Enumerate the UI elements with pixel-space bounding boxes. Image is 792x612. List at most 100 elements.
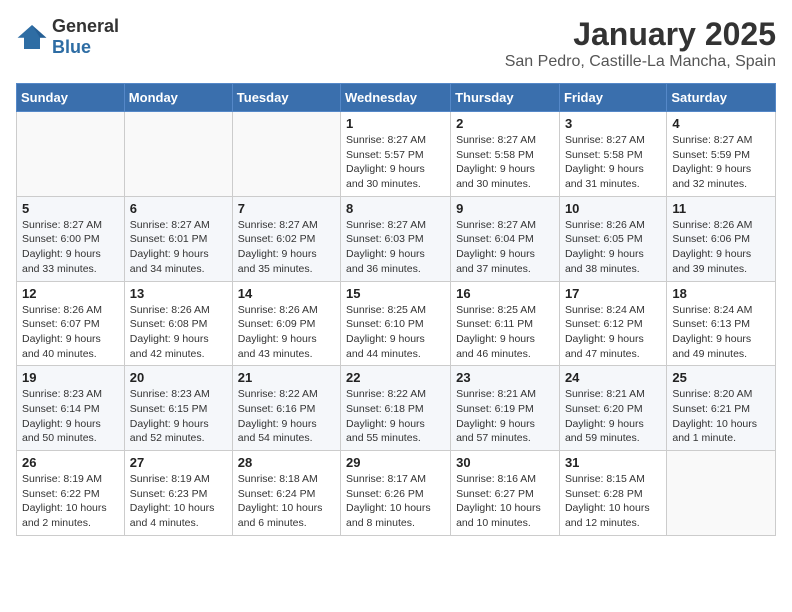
day-number: 20 <box>130 370 227 385</box>
calendar: SundayMondayTuesdayWednesdayThursdayFrid… <box>16 83 776 536</box>
day-info: Sunrise: 8:15 AM Sunset: 6:28 PM Dayligh… <box>565 472 661 531</box>
day-number: 21 <box>238 370 335 385</box>
calendar-cell <box>667 451 776 536</box>
day-info: Sunrise: 8:27 AM Sunset: 5:58 PM Dayligh… <box>565 133 661 192</box>
day-number: 1 <box>346 116 445 131</box>
calendar-week-row: 1 Sunrise: 8:27 AM Sunset: 5:57 PM Daylig… <box>17 112 776 197</box>
day-info: Sunrise: 8:22 AM Sunset: 6:16 PM Dayligh… <box>238 387 335 446</box>
logo-icon <box>16 23 48 51</box>
day-info: Sunrise: 8:23 AM Sunset: 6:15 PM Dayligh… <box>130 387 227 446</box>
calendar-cell <box>232 112 340 197</box>
logo-text: General Blue <box>52 16 119 58</box>
logo-general: General <box>52 16 119 36</box>
calendar-cell: 2 Sunrise: 8:27 AM Sunset: 5:58 PM Daylig… <box>451 112 560 197</box>
day-info: Sunrise: 8:26 AM Sunset: 6:09 PM Dayligh… <box>238 303 335 362</box>
title-area: January 2025 San Pedro, Castille-La Manc… <box>505 16 776 71</box>
calendar-cell: 19Sunrise: 8:23 AM Sunset: 6:14 PM Dayli… <box>17 366 125 451</box>
calendar-cell: 18Sunrise: 8:24 AM Sunset: 6:13 PM Dayli… <box>667 281 776 366</box>
calendar-cell: 24Sunrise: 8:21 AM Sunset: 6:20 PM Dayli… <box>559 366 666 451</box>
day-info: Sunrise: 8:21 AM Sunset: 6:20 PM Dayligh… <box>565 387 661 446</box>
day-info: Sunrise: 8:26 AM Sunset: 6:08 PM Dayligh… <box>130 303 227 362</box>
day-info: Sunrise: 8:21 AM Sunset: 6:19 PM Dayligh… <box>456 387 554 446</box>
day-number: 25 <box>672 370 770 385</box>
location-subtitle: San Pedro, Castille-La Mancha, Spain <box>505 53 776 71</box>
weekday-header-saturday: Saturday <box>667 84 776 112</box>
day-info: Sunrise: 8:19 AM Sunset: 6:23 PM Dayligh… <box>130 472 227 531</box>
day-info: Sunrise: 8:27 AM Sunset: 6:03 PM Dayligh… <box>346 218 445 277</box>
calendar-cell: 3 Sunrise: 8:27 AM Sunset: 5:58 PM Daylig… <box>559 112 666 197</box>
calendar-cell: 9 Sunrise: 8:27 AM Sunset: 6:04 PM Daylig… <box>451 196 560 281</box>
day-number: 2 <box>456 116 554 131</box>
day-number: 26 <box>22 455 119 470</box>
calendar-cell: 17Sunrise: 8:24 AM Sunset: 6:12 PM Dayli… <box>559 281 666 366</box>
calendar-week-row: 5Sunrise: 8:27 AM Sunset: 6:00 PM Daylig… <box>17 196 776 281</box>
day-number: 18 <box>672 286 770 301</box>
day-number: 29 <box>346 455 445 470</box>
weekday-header-tuesday: Tuesday <box>232 84 340 112</box>
calendar-cell: 11 Sunrise: 8:26 AM Sunset: 6:06 PM Dayli… <box>667 196 776 281</box>
day-number: 12 <box>22 286 119 301</box>
calendar-cell: 23 Sunrise: 8:21 AM Sunset: 6:19 PM Dayli… <box>451 366 560 451</box>
day-number: 22 <box>346 370 445 385</box>
day-info: Sunrise: 8:27 AM Sunset: 6:04 PM Dayligh… <box>456 218 554 277</box>
weekday-header-thursday: Thursday <box>451 84 560 112</box>
day-info: Sunrise: 8:26 AM Sunset: 6:05 PM Dayligh… <box>565 218 661 277</box>
calendar-cell: 25Sunrise: 8:20 AM Sunset: 6:21 PM Dayli… <box>667 366 776 451</box>
day-number: 3 <box>565 116 661 131</box>
day-info: Sunrise: 8:27 AM Sunset: 5:57 PM Dayligh… <box>346 133 445 192</box>
logo: General Blue <box>16 16 119 58</box>
weekday-header-sunday: Sunday <box>17 84 125 112</box>
day-number: 14 <box>238 286 335 301</box>
day-info: Sunrise: 8:26 AM Sunset: 6:06 PM Dayligh… <box>672 218 770 277</box>
day-info: Sunrise: 8:26 AM Sunset: 6:07 PM Dayligh… <box>22 303 119 362</box>
day-number: 28 <box>238 455 335 470</box>
day-info: Sunrise: 8:23 AM Sunset: 6:14 PM Dayligh… <box>22 387 119 446</box>
calendar-cell: 13 Sunrise: 8:26 AM Sunset: 6:08 PM Dayli… <box>124 281 232 366</box>
calendar-cell: 31 Sunrise: 8:15 AM Sunset: 6:28 PM Dayli… <box>559 451 666 536</box>
day-number: 7 <box>238 201 335 216</box>
day-info: Sunrise: 8:27 AM Sunset: 5:58 PM Dayligh… <box>456 133 554 192</box>
day-number: 11 <box>672 201 770 216</box>
day-number: 4 <box>672 116 770 131</box>
calendar-cell: 14 Sunrise: 8:26 AM Sunset: 6:09 PM Dayli… <box>232 281 340 366</box>
weekday-header-row: SundayMondayTuesdayWednesdayThursdayFrid… <box>17 84 776 112</box>
day-number: 31 <box>565 455 661 470</box>
day-number: 6 <box>130 201 227 216</box>
day-info: Sunrise: 8:25 AM Sunset: 6:11 PM Dayligh… <box>456 303 554 362</box>
month-title: January 2025 <box>505 16 776 53</box>
day-number: 17 <box>565 286 661 301</box>
calendar-cell: 21 Sunrise: 8:22 AM Sunset: 6:16 PM Dayli… <box>232 366 340 451</box>
day-number: 16 <box>456 286 554 301</box>
day-number: 5 <box>22 201 119 216</box>
calendar-cell <box>124 112 232 197</box>
calendar-week-row: 19Sunrise: 8:23 AM Sunset: 6:14 PM Dayli… <box>17 366 776 451</box>
day-info: Sunrise: 8:27 AM Sunset: 6:02 PM Dayligh… <box>238 218 335 277</box>
calendar-cell: 7 Sunrise: 8:27 AM Sunset: 6:02 PM Daylig… <box>232 196 340 281</box>
day-info: Sunrise: 8:25 AM Sunset: 6:10 PM Dayligh… <box>346 303 445 362</box>
calendar-cell: 8 Sunrise: 8:27 AM Sunset: 6:03 PM Daylig… <box>341 196 451 281</box>
calendar-cell: 1 Sunrise: 8:27 AM Sunset: 5:57 PM Daylig… <box>341 112 451 197</box>
calendar-cell: 28Sunrise: 8:18 AM Sunset: 6:24 PM Dayli… <box>232 451 340 536</box>
calendar-cell <box>17 112 125 197</box>
calendar-cell: 20 Sunrise: 8:23 AM Sunset: 6:15 PM Dayli… <box>124 366 232 451</box>
calendar-cell: 29Sunrise: 8:17 AM Sunset: 6:26 PM Dayli… <box>341 451 451 536</box>
day-number: 23 <box>456 370 554 385</box>
day-number: 8 <box>346 201 445 216</box>
calendar-cell: 27 Sunrise: 8:19 AM Sunset: 6:23 PM Dayli… <box>124 451 232 536</box>
logo-blue: Blue <box>52 37 91 57</box>
weekday-header-friday: Friday <box>559 84 666 112</box>
day-info: Sunrise: 8:19 AM Sunset: 6:22 PM Dayligh… <box>22 472 119 531</box>
calendar-cell: 30 Sunrise: 8:16 AM Sunset: 6:27 PM Dayli… <box>451 451 560 536</box>
day-info: Sunrise: 8:16 AM Sunset: 6:27 PM Dayligh… <box>456 472 554 531</box>
calendar-cell: 12 Sunrise: 8:26 AM Sunset: 6:07 PM Dayli… <box>17 281 125 366</box>
calendar-cell: 5Sunrise: 8:27 AM Sunset: 6:00 PM Daylig… <box>17 196 125 281</box>
day-number: 27 <box>130 455 227 470</box>
weekday-header-wednesday: Wednesday <box>341 84 451 112</box>
header-area: General Blue January 2025 San Pedro, Cas… <box>16 16 776 71</box>
day-info: Sunrise: 8:27 AM Sunset: 5:59 PM Dayligh… <box>672 133 770 192</box>
day-number: 30 <box>456 455 554 470</box>
day-number: 13 <box>130 286 227 301</box>
day-number: 9 <box>456 201 554 216</box>
calendar-cell: 15Sunrise: 8:25 AM Sunset: 6:10 PM Dayli… <box>341 281 451 366</box>
calendar-cell: 6Sunrise: 8:27 AM Sunset: 6:01 PM Daylig… <box>124 196 232 281</box>
